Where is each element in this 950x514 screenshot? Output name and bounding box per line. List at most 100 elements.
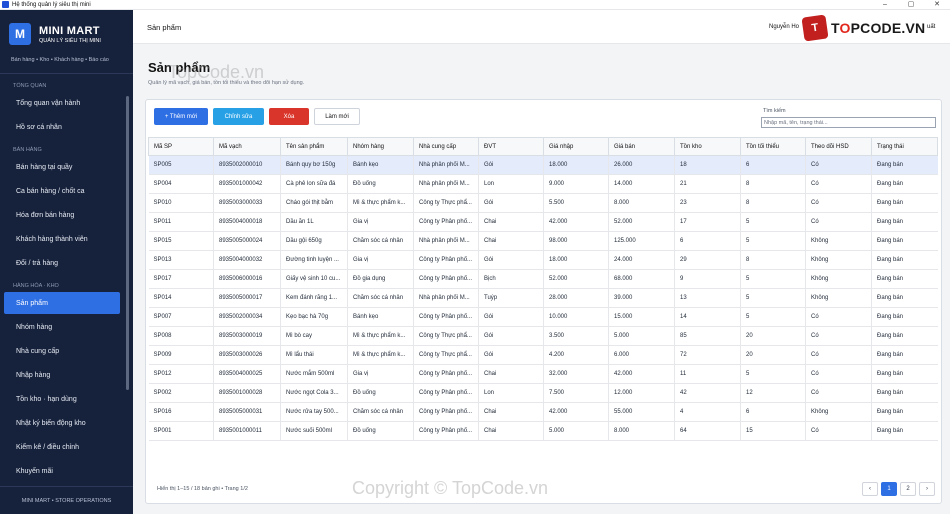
page-button[interactable]: 2 <box>900 482 916 496</box>
column-header[interactable]: Giá nhập <box>543 137 609 156</box>
header-user-name[interactable]: Nguyễn Ho <box>769 24 799 30</box>
pagination: ‹ 1 2 › <box>859 482 935 496</box>
add-button[interactable]: + Thêm mới <box>154 108 208 125</box>
sidebar-item[interactable]: Khách hàng thành viên <box>4 228 120 250</box>
sidebar-item[interactable]: Bán hàng tại quầy <box>4 156 120 178</box>
table-cell: 5.500 <box>543 193 609 213</box>
brand-logo-icon: M <box>9 23 31 45</box>
sidebar-item[interactable]: Sản phẩm <box>4 292 120 314</box>
window-controls: – ▢ ✕ <box>872 0 950 10</box>
column-header[interactable]: Nhà cung cấp <box>413 137 479 156</box>
column-header[interactable]: Theo dõi HSD <box>805 137 872 156</box>
table-cell: 4 <box>674 402 741 422</box>
column-header[interactable]: Tồn tối thiểu <box>740 137 806 156</box>
column-header[interactable]: Mã SP <box>148 137 214 156</box>
sidebar-item[interactable]: Nhà cung cấp <box>4 340 120 362</box>
sidebar-item[interactable]: Hồ sơ cá nhân <box>4 116 120 138</box>
sidebar-item[interactable]: Tổng quan vận hành <box>4 92 120 114</box>
table-row[interactable]: SP007 8935002000034 Kẹo bạc hà 70g Bánh kẹo… <box>148 307 938 327</box>
table-cell: 5 <box>740 269 806 289</box>
table-cell: Mì & thực phẩm k... <box>347 345 414 365</box>
table-cell: 8935002000010 <box>213 155 281 175</box>
table-cell: Nhà phân phối M... <box>413 231 479 251</box>
table-cell: Công ty Phân phố... <box>413 421 479 441</box>
table-row[interactable]: SP001 8935001000011 Nước suối 500ml Đồ uống… <box>148 421 938 441</box>
prev-page-button[interactable]: ‹ <box>862 482 878 496</box>
table-cell: 5 <box>740 364 806 384</box>
maximize-icon[interactable]: ▢ <box>898 0 924 10</box>
table-cell: 6 <box>740 155 806 175</box>
table-row[interactable]: SP017 8935006000016 Giấy vệ sinh 10 cu... Đ… <box>148 269 938 289</box>
sidebar-item[interactable]: Hóa đơn bán hàng <box>4 204 120 226</box>
sidebar-item[interactable]: Đổi / trả hàng <box>4 252 120 274</box>
table-cell: Không <box>805 288 872 308</box>
table-cell: 8935001000042 <box>213 174 281 194</box>
table-row[interactable]: SP004 8935001000042 Cà phê lon sữa đá Đồ uố… <box>148 174 938 194</box>
column-header[interactable]: ĐVT <box>478 137 544 156</box>
column-header[interactable]: Mã vạch <box>213 137 281 156</box>
table-row[interactable]: SP015 8935005000024 Dầu gội 650g Chăm sóc c… <box>148 231 938 251</box>
table-row[interactable]: SP011 8935004000018 Dầu ăn 1L Gia vị Công ty… <box>148 212 938 232</box>
table-cell: Có <box>805 421 872 441</box>
search-input[interactable] <box>761 117 936 128</box>
table-cell: Đang bán <box>871 345 938 365</box>
table-row[interactable]: SP008 8935003000019 Mì bò cay Mì & thực phẩ… <box>148 326 938 346</box>
table-row[interactable]: SP002 8935001000028 Nước ngọt Cola 3... Đồ … <box>148 383 938 403</box>
table-cell: Công ty Thực phẩ... <box>413 326 479 346</box>
table-cell: Mì lẩu thái <box>280 345 348 365</box>
table-row[interactable]: SP013 8935004000032 Đường tinh luyện ... Gi… <box>148 250 938 270</box>
sidebar-item[interactable]: Tồn kho · hạn dùng <box>4 388 120 410</box>
pagination-info: Hiển thị 1–15 / 18 bản ghi • Trang 1/2 <box>157 486 248 492</box>
nav-section-label: BÁN HÀNG <box>13 147 42 153</box>
sidebar-item[interactable]: Kiểm kê / điều chỉnh <box>4 436 120 458</box>
table-cell: 8935003000033 <box>213 193 281 213</box>
table-row[interactable]: SP005 8935002000010 Bánh quy bơ 150g Bánh k… <box>148 155 938 175</box>
next-page-button[interactable]: › <box>919 482 935 496</box>
table-row[interactable]: SP016 8935005000031 Nước rửa tay 500... Chă… <box>148 402 938 422</box>
column-header[interactable]: Nhóm hàng <box>347 137 414 156</box>
delete-button[interactable]: Xóa <box>269 108 309 125</box>
table-cell: Chăm sóc cá nhân <box>347 402 414 422</box>
table-cell: Đang bán <box>871 402 938 422</box>
sidebar-item[interactable]: Ca bán hàng / chốt ca <box>4 180 120 202</box>
table-row[interactable]: SP010 8935003000033 Cháo gói thịt bằm Mì & … <box>148 193 938 213</box>
page-button[interactable]: 1 <box>881 482 897 496</box>
table-cell: 52.000 <box>608 212 675 232</box>
table-cell: 20 <box>740 326 806 346</box>
sidebar-scrollbar[interactable] <box>126 96 129 390</box>
table-cell: Mì & thực phẩm k... <box>347 326 414 346</box>
table-cell: SP002 <box>148 383 214 403</box>
edit-button[interactable]: Chỉnh sửa <box>213 108 264 125</box>
minimize-icon[interactable]: – <box>872 0 898 10</box>
table-cell: 8935005000024 <box>213 231 281 251</box>
reset-button[interactable]: Làm mới <box>314 108 360 125</box>
table-row[interactable]: SP009 8935003000026 Mì lẩu thái Mì & thực p… <box>148 345 938 365</box>
sidebar-item[interactable]: Khuyến mãi <box>4 460 120 482</box>
sidebar-footer: MINI MART • STORE OPERATIONS <box>0 486 133 514</box>
table-row[interactable]: SP012 8935004000025 Nước mắm 500ml Gia vị Cô… <box>148 364 938 384</box>
table-cell: Chai <box>478 364 544 384</box>
table-cell: 8.000 <box>608 193 675 213</box>
column-header[interactable]: Tồn kho <box>674 137 741 156</box>
table-cell: Có <box>805 174 872 194</box>
table-cell: 5 <box>740 212 806 232</box>
table-cell: Không <box>805 231 872 251</box>
table-cell: Công ty Phân phố... <box>413 383 479 403</box>
table-cell: Đồ gia dụng <box>347 269 414 289</box>
sidebar-nav: TỔNG QUAN Tổng quan vận hành Hồ sơ cá nhân… <box>0 80 133 485</box>
table-cell: SP005 <box>148 155 214 175</box>
column-header[interactable]: Trạng thái <box>871 137 938 156</box>
sidebar-item[interactable]: Nhật ký biến động kho <box>4 412 120 434</box>
sidebar-item[interactable]: Nhóm hàng <box>4 316 120 338</box>
column-header[interactable]: Tên sản phẩm <box>280 137 348 156</box>
table-cell: 21 <box>674 174 741 194</box>
table-row[interactable]: SP014 8935005000017 Kem đánh răng 1... Chăm… <box>148 288 938 308</box>
sidebar-item[interactable]: Nhập hàng <box>4 364 120 386</box>
close-icon[interactable]: ✕ <box>924 0 950 10</box>
column-header[interactable]: Giá bán <box>608 137 675 156</box>
table-cell: SP010 <box>148 193 214 213</box>
table-cell: Gói <box>478 250 544 270</box>
table-cell: 5.000 <box>543 421 609 441</box>
product-table: Mã SP Mã vạch Tên sản phẩm Nhóm hàng Nhà cun… <box>148 137 938 441</box>
table-cell: Công ty Thực phẩ... <box>413 345 479 365</box>
